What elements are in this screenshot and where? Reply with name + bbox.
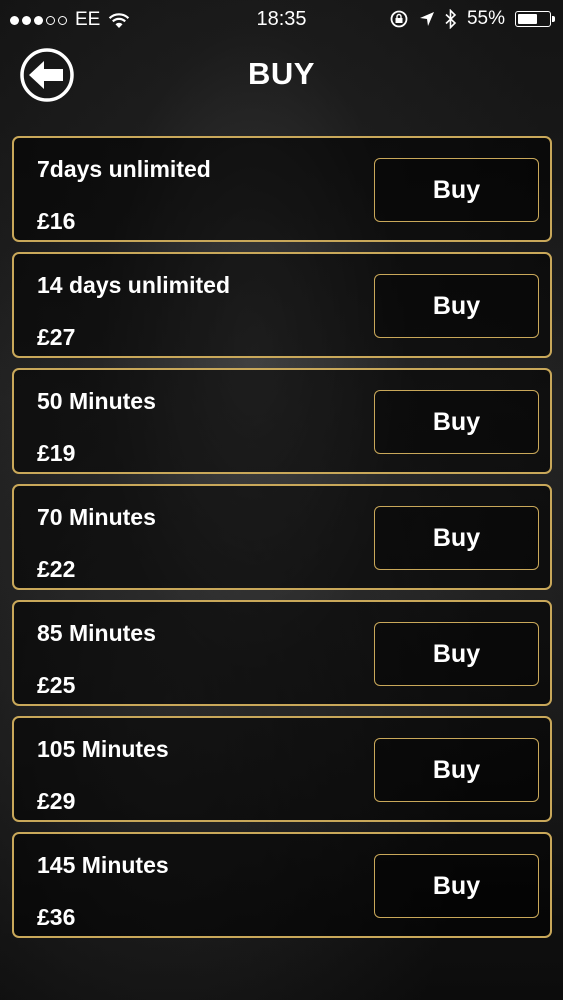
rotation-lock-icon	[390, 10, 408, 28]
plan-card: 105 Minutes £29 Buy	[12, 716, 552, 822]
plan-card: 50 Minutes £19 Buy	[12, 368, 552, 474]
buy-button[interactable]: Buy	[374, 622, 539, 686]
plan-card: 14 days unlimited £27 Buy	[12, 252, 552, 358]
battery-icon	[515, 11, 555, 27]
plan-price: £22	[37, 556, 76, 582]
plan-name: 7days unlimited	[37, 156, 211, 182]
plan-name: 14 days unlimited	[37, 272, 231, 298]
plan-card: 70 Minutes £22 Buy	[12, 484, 552, 590]
buy-button[interactable]: Buy	[374, 738, 539, 802]
bluetooth-icon	[445, 9, 457, 29]
plan-price: £36	[37, 904, 76, 930]
status-right: 55%	[389, 8, 555, 30]
plan-price: £29	[37, 788, 76, 814]
battery-percent: 55%	[466, 8, 505, 29]
plan-price: £19	[37, 440, 76, 466]
buy-button[interactable]: Buy	[374, 158, 539, 222]
plan-card: 85 Minutes £25 Buy	[12, 600, 552, 706]
location-arrow-icon	[419, 12, 434, 26]
plan-price: £16	[37, 208, 76, 234]
plan-name: 105 Minutes	[37, 736, 169, 762]
buy-button[interactable]: Buy	[374, 854, 539, 918]
plan-name: 70 Minutes	[37, 504, 156, 530]
plan-name: 50 Minutes	[37, 388, 156, 414]
plan-price: £27	[37, 324, 76, 350]
plan-name: 85 Minutes	[37, 620, 156, 646]
buy-button[interactable]: Buy	[374, 506, 539, 570]
status-bar: EE 18:35 55%	[0, 0, 563, 40]
plan-card: 7days unlimited £16 Buy	[12, 136, 552, 242]
plan-card: 145 Minutes £36 Buy	[12, 832, 552, 938]
plan-name: 145 Minutes	[37, 852, 169, 878]
header: BUY	[0, 44, 563, 106]
battery-fill	[518, 14, 537, 24]
buy-button[interactable]: Buy	[374, 390, 539, 454]
buy-button[interactable]: Buy	[374, 274, 539, 338]
plan-price: £25	[37, 672, 76, 698]
plan-list: 7days unlimited £16 Buy 14 days unlimited £2…	[12, 136, 552, 948]
page-title: BUY	[248, 56, 315, 91]
